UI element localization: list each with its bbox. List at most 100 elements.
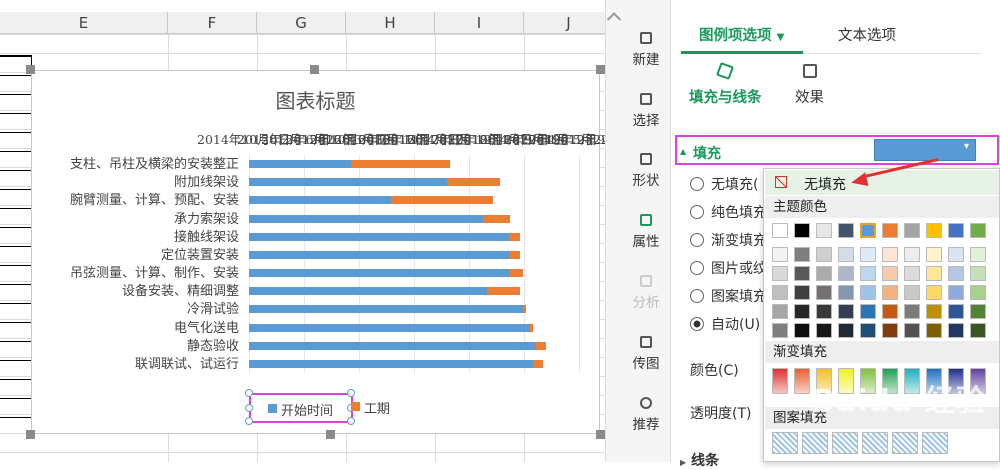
theme-color-swatch[interactable] xyxy=(838,323,854,338)
chart-resize-handle[interactable] xyxy=(596,65,605,74)
legend-selected[interactable]: 开始时间 xyxy=(245,389,355,425)
plot-area[interactable] xyxy=(249,155,580,373)
theme-color-swatch[interactable] xyxy=(838,266,854,281)
radio-auto[interactable]: 自动(U) xyxy=(690,314,760,334)
chart-title[interactable]: 图表标题 xyxy=(32,85,599,114)
theme-color-swatch[interactable] xyxy=(948,304,964,319)
theme-color-swatch[interactable] xyxy=(882,247,898,262)
fill-color-dropdown[interactable]: ▾ xyxy=(874,139,976,161)
theme-color-swatch[interactable] xyxy=(860,247,876,262)
bar-duration[interactable] xyxy=(509,232,520,241)
theme-color-swatch[interactable] xyxy=(970,323,986,338)
theme-color-swatch[interactable] xyxy=(816,266,832,281)
column-header-i[interactable]: I xyxy=(435,12,524,34)
toolbar-shape-button[interactable]: 形状 xyxy=(621,153,671,189)
theme-color-swatch[interactable] xyxy=(948,223,964,238)
theme-color-swatch[interactable] xyxy=(926,223,942,238)
toolbar-select-button[interactable]: 选择 xyxy=(621,93,671,129)
theme-color-swatch[interactable] xyxy=(860,304,876,319)
theme-color-swatch[interactable] xyxy=(860,323,876,338)
theme-color-swatch[interactable] xyxy=(926,304,942,319)
theme-color-swatch[interactable] xyxy=(882,285,898,300)
theme-color-swatch[interactable] xyxy=(904,223,920,238)
toolbar-properties-button[interactable]: 属性 xyxy=(621,214,671,250)
gradient-swatch[interactable] xyxy=(794,368,810,394)
radio-no-fill[interactable]: 无填充( xyxy=(690,174,758,194)
pattern-swatch[interactable] xyxy=(832,432,858,454)
theme-color-swatch[interactable] xyxy=(948,285,964,300)
bar-start[interactable] xyxy=(249,178,447,187)
pattern-swatch[interactable] xyxy=(862,432,888,454)
theme-color-swatch[interactable] xyxy=(838,304,854,319)
chart-resize-handle[interactable] xyxy=(310,65,319,74)
toolbar-upload-button[interactable]: 传图 xyxy=(621,336,671,372)
pattern-swatch[interactable] xyxy=(772,432,798,454)
chart-resize-handle[interactable] xyxy=(326,430,335,439)
bar-start[interactable] xyxy=(249,305,523,314)
bar-start[interactable] xyxy=(249,196,391,205)
toolbar-new-button[interactable]: 新建 xyxy=(621,32,671,68)
bar-duration[interactable] xyxy=(486,287,520,296)
top-axis-labels[interactable]: 2014年10月5日 2015年2月12日 2015年6月22日 2015年10月30… xyxy=(197,129,605,149)
toolbar-recommend-button[interactable]: 推荐 xyxy=(621,397,671,433)
theme-color-swatch[interactable] xyxy=(794,247,810,262)
theme-color-swatch[interactable] xyxy=(794,323,810,338)
theme-color-swatch[interactable] xyxy=(816,285,832,300)
spreadsheet-area[interactable]: E F G H I J 图表标题 2014年10月5日 2015年2月12日 201… xyxy=(0,0,605,462)
subtab-effects[interactable]: 效果 xyxy=(795,64,824,107)
selection-handle[interactable] xyxy=(245,389,253,397)
theme-color-swatch[interactable] xyxy=(904,285,920,300)
selection-handle[interactable] xyxy=(347,417,355,425)
pattern-swatch[interactable] xyxy=(922,432,948,454)
bar-duration[interactable] xyxy=(522,305,527,314)
column-header-f[interactable]: F xyxy=(168,12,257,34)
radio-picture-fill[interactable]: 图片或纹 xyxy=(690,258,767,278)
theme-color-swatch[interactable] xyxy=(838,223,854,238)
column-header-j[interactable]: J xyxy=(524,12,605,34)
selection-handle[interactable] xyxy=(347,389,355,397)
theme-color-swatch[interactable] xyxy=(816,304,832,319)
fill-section-header[interactable]: ▲ 填充 ▾ xyxy=(675,135,999,165)
pattern-swatch[interactable] xyxy=(892,432,918,454)
bar-start[interactable] xyxy=(249,287,487,296)
theme-color-swatch[interactable] xyxy=(838,285,854,300)
column-header-e[interactable]: E xyxy=(0,12,168,34)
bar-start[interactable] xyxy=(249,250,510,259)
line-section-header[interactable]: ▶ 线条 xyxy=(680,450,719,470)
bar-duration[interactable] xyxy=(532,359,543,368)
bar-start[interactable] xyxy=(249,160,352,168)
chart-resize-handle[interactable] xyxy=(26,65,35,74)
bar-start[interactable] xyxy=(249,214,484,223)
theme-color-swatch[interactable] xyxy=(838,247,854,262)
radio-gradient-fill[interactable]: 渐变填充 xyxy=(690,230,767,250)
theme-color-swatch[interactable] xyxy=(926,266,942,281)
radio-circle[interactable] xyxy=(690,233,704,247)
bar-start[interactable] xyxy=(249,323,530,332)
theme-color-swatch[interactable] xyxy=(860,266,876,281)
column-header-g[interactable]: G xyxy=(257,12,346,34)
chart-resize-handle[interactable] xyxy=(26,430,35,439)
selection-handle[interactable] xyxy=(245,404,253,412)
gradient-swatch[interactable] xyxy=(772,368,788,394)
theme-color-swatch[interactable] xyxy=(970,285,986,300)
theme-color-swatch[interactable] xyxy=(970,247,986,262)
tab-text-options[interactable]: 文本选项 xyxy=(838,24,896,45)
bar-duration[interactable] xyxy=(390,196,494,205)
column-header-h[interactable]: H xyxy=(346,12,435,34)
theme-color-swatch[interactable] xyxy=(904,323,920,338)
vertical-scrollbar[interactable] xyxy=(605,0,622,462)
theme-color-swatch[interactable] xyxy=(794,304,810,319)
scroll-up-icon[interactable] xyxy=(606,12,622,27)
theme-color-swatch[interactable] xyxy=(772,323,788,338)
tab-legend-options[interactable]: 图例项选项 ▼ xyxy=(699,24,784,45)
toolbar-analysis-button[interactable]: 分析 xyxy=(621,275,671,311)
theme-color-swatch[interactable] xyxy=(794,223,810,238)
theme-color-swatch[interactable] xyxy=(904,304,920,319)
theme-color-swatch[interactable] xyxy=(860,223,876,238)
bar-duration[interactable] xyxy=(536,341,546,350)
radio-circle[interactable] xyxy=(690,177,704,191)
theme-color-swatch[interactable] xyxy=(772,266,788,281)
theme-color-swatch[interactable] xyxy=(816,323,832,338)
theme-color-swatch[interactable] xyxy=(970,304,986,319)
bar-start[interactable] xyxy=(249,359,533,368)
